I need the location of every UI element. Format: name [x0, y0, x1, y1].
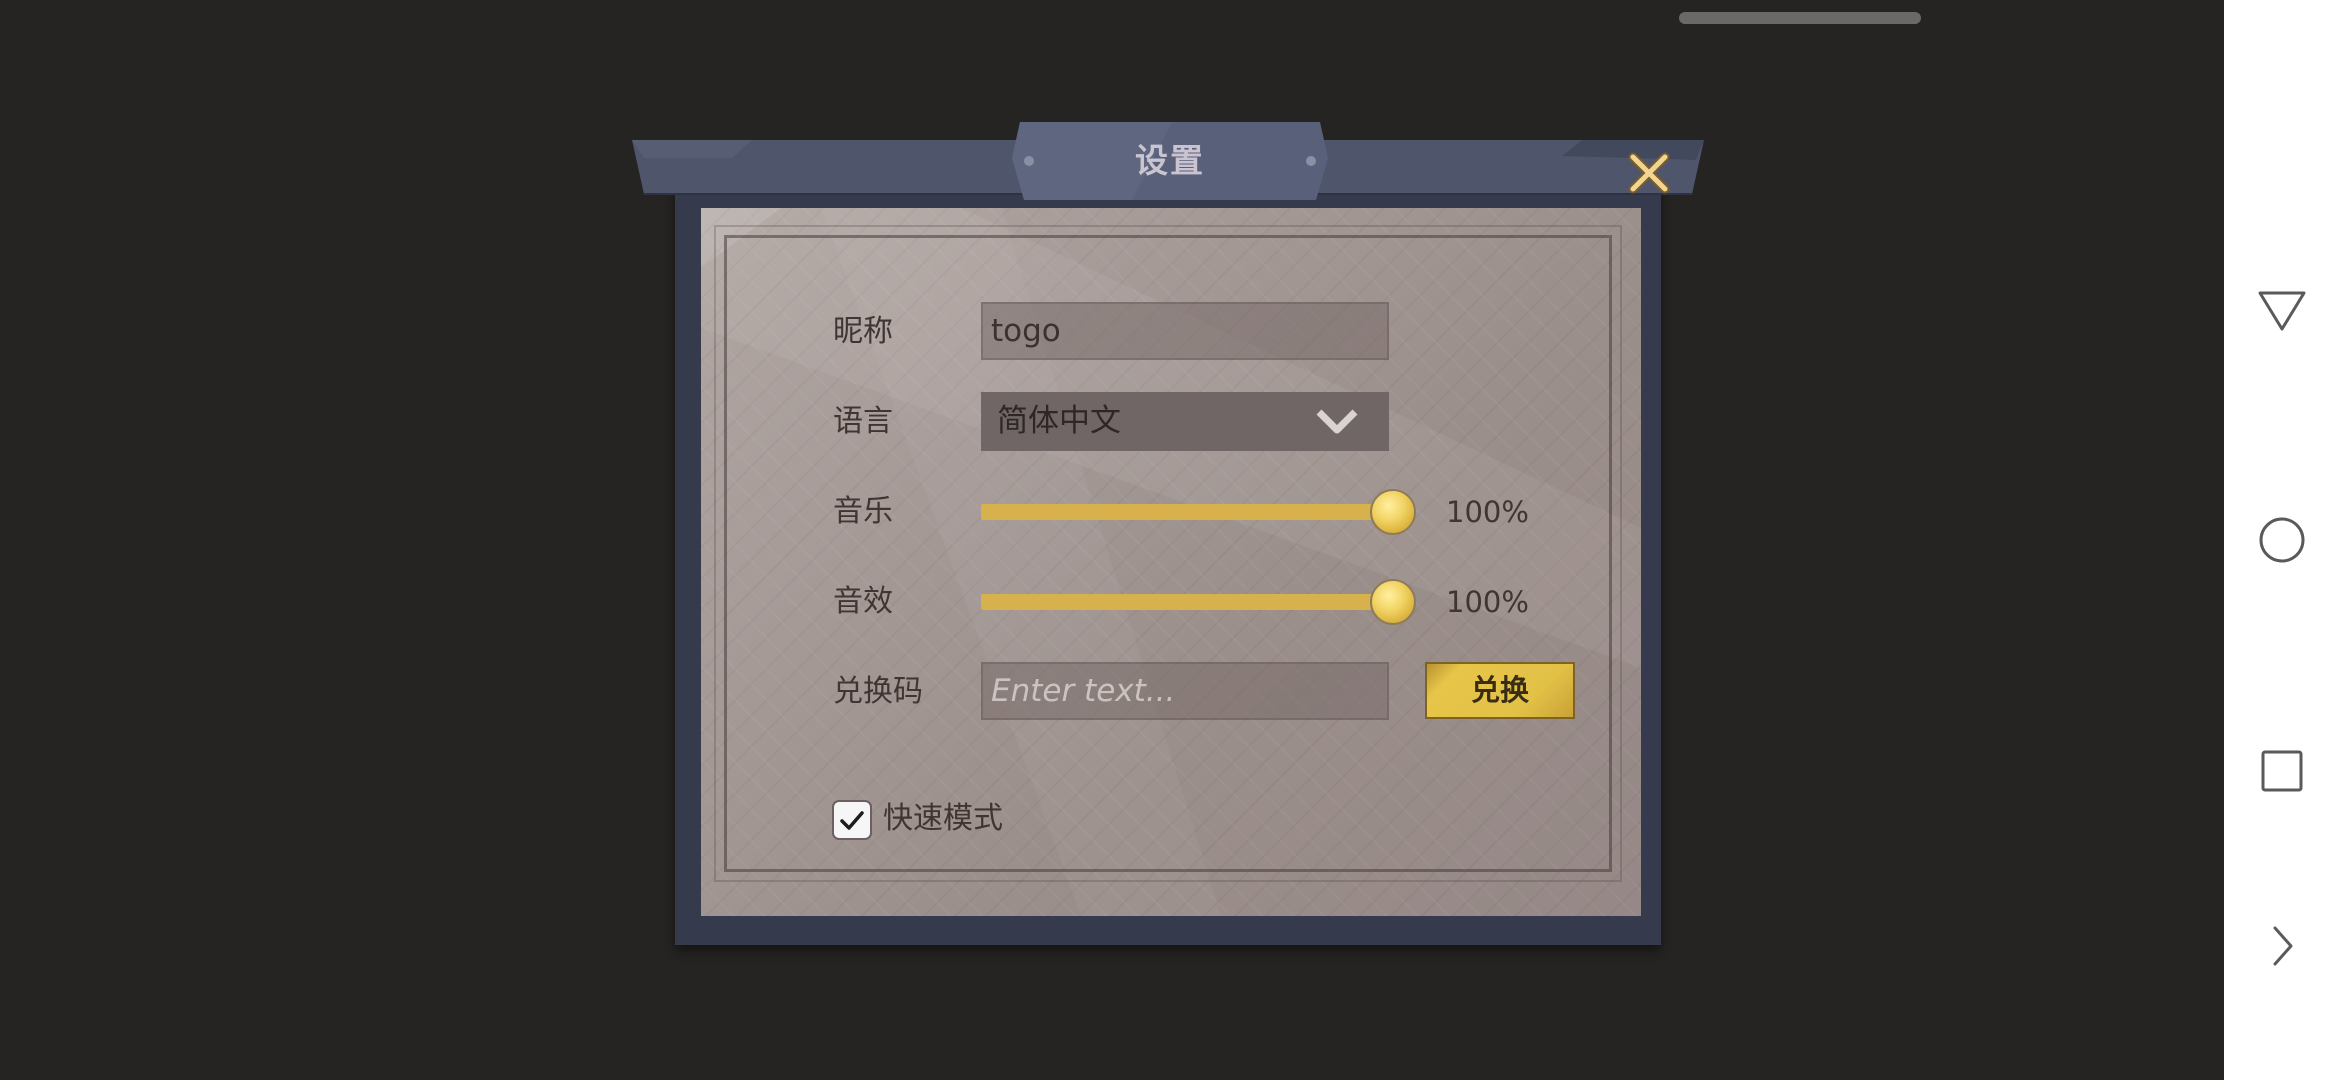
checkmark-icon	[840, 811, 864, 830]
music-percent: 100%	[1446, 495, 1529, 529]
redeem-code-input[interactable]: Enter text...	[981, 662, 1389, 720]
recents-button[interactable]	[2224, 731, 2340, 811]
redeem-button[interactable]: 兑换	[1425, 662, 1575, 719]
redeem-code-label: 兑换码	[833, 674, 923, 709]
close-icon[interactable]	[1624, 148, 1674, 198]
sound-effects-percent: 100%	[1446, 585, 1529, 619]
nickname-label: 昵称	[833, 314, 893, 349]
game-screen: 设置 昵称 togo 语言 简体中文 音乐 100% 音效 100% 兑换码 E…	[0, 0, 2340, 1080]
music-label: 音乐	[833, 494, 893, 529]
chevron-down-icon	[1316, 409, 1358, 434]
chevron-right-icon	[2273, 926, 2293, 966]
language-label: 语言	[833, 404, 893, 439]
nickname-input[interactable]: togo	[981, 302, 1389, 360]
language-dropdown[interactable]: 简体中文	[981, 392, 1389, 451]
back-button[interactable]	[2224, 271, 2340, 351]
sound-effects-label: 音效	[833, 584, 893, 619]
language-selected-value: 简体中文	[997, 403, 1121, 439]
expand-button[interactable]	[2224, 906, 2340, 986]
circle-home-icon	[2259, 517, 2305, 563]
home-button[interactable]	[2224, 500, 2340, 580]
fast-mode-checkbox[interactable]	[832, 800, 872, 840]
system-nav-bar	[2224, 0, 2340, 1080]
square-recents-icon	[2261, 750, 2303, 792]
music-slider-handle[interactable]	[1370, 489, 1416, 535]
sound-effects-slider-track[interactable]	[981, 594, 1393, 610]
music-slider-track[interactable]	[981, 504, 1393, 520]
fast-mode-label: 快速模式	[883, 801, 1003, 836]
gesture-bar[interactable]	[1679, 12, 1921, 24]
triangle-back-icon	[2258, 291, 2306, 331]
dialog-title: 设置	[1135, 141, 1205, 180]
sound-effects-slider-handle[interactable]	[1370, 579, 1416, 625]
